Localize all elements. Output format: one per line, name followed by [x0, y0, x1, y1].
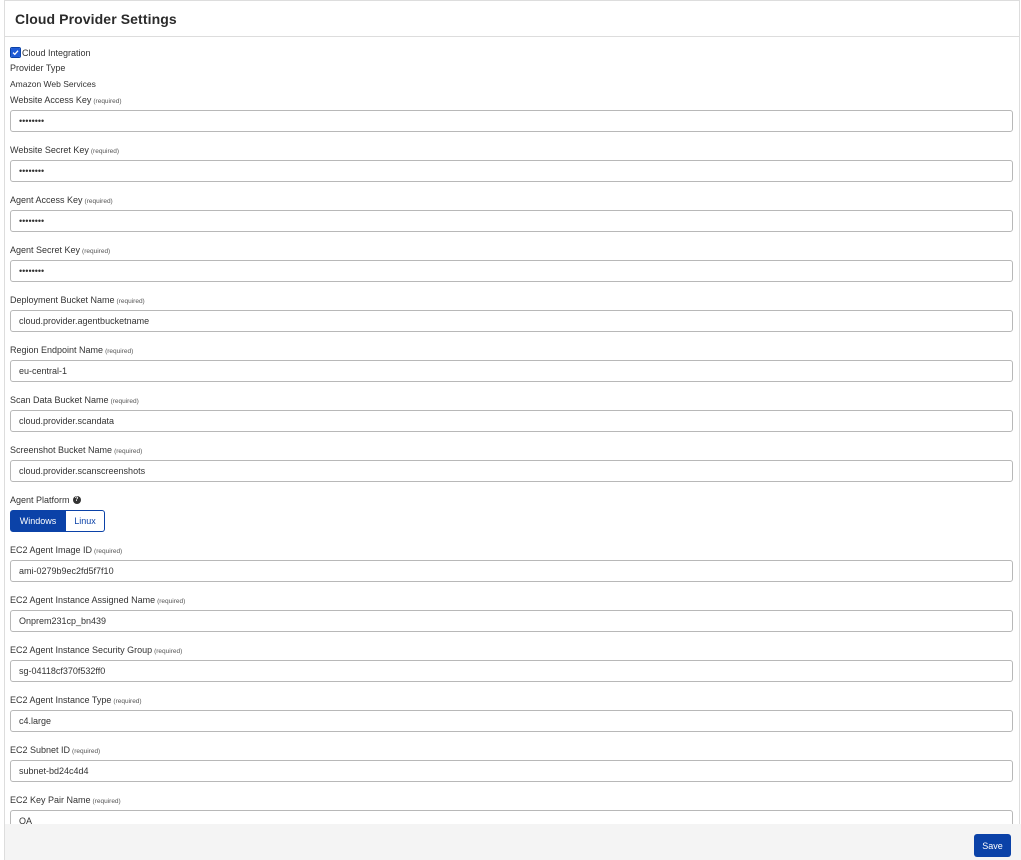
region-endpoint-input[interactable]: eu-central-1	[10, 360, 1013, 382]
required-hint: (required)	[114, 448, 143, 455]
required-hint: (required)	[90, 148, 120, 155]
ec2-security-group-input[interactable]: sg-04118cf370f532ff0	[10, 660, 1013, 682]
scan-data-bucket-input[interactable]: cloud.provider.scandata	[10, 410, 1013, 432]
required-hint: (required)	[113, 698, 142, 705]
field-label: Website Secret Key	[10, 145, 89, 155]
save-button[interactable]: Save	[974, 834, 1011, 857]
field-label: EC2 Agent Instance Type	[10, 695, 112, 705]
cloud-integration-row[interactable]: Cloud Integration	[10, 45, 1013, 60]
ec2-image-id-input[interactable]: ami-0279b9ec2fd5f7f10	[10, 560, 1013, 582]
checkmark-icon	[11, 48, 20, 57]
field-label: Region Endpoint Name	[10, 345, 104, 355]
field-label: Website Access Key	[10, 95, 92, 105]
field-label: EC2 Agent Instance Assigned Name	[10, 595, 156, 605]
question-circle-icon[interactable]: ?	[72, 495, 81, 504]
website-secret-key-group: Website Secret Key (required) ••••••••	[10, 142, 1013, 182]
cloud-integration-checkbox[interactable]	[10, 47, 21, 58]
field-label: Screenshot Bucket Name	[10, 445, 113, 455]
platform-toggle: Windows Linux	[10, 510, 1013, 532]
website-access-key-input[interactable]: ••••••••	[10, 110, 1013, 132]
field-label: Scan Data Bucket Name	[10, 395, 109, 405]
field-label: EC2 Agent Image ID	[10, 545, 93, 555]
ec2-instance-type-input[interactable]: c4.large	[10, 710, 1013, 732]
page-title: Cloud Provider Settings	[15, 10, 177, 27]
form-footer: Save	[5, 824, 1021, 860]
cloud-integration-label: Cloud Integration	[22, 47, 91, 58]
agent-platform-group: Agent Platform? Windows Linux	[10, 492, 1013, 532]
field-label: Deployment Bucket Name	[10, 295, 115, 305]
required-hint: (required)	[82, 248, 111, 255]
ec2-subnet-input[interactable]: subnet-bd24c4d4	[10, 760, 1013, 782]
scan-data-bucket-group: Scan Data Bucket Name (required) cloud.pr…	[10, 392, 1013, 432]
platform-windows-button[interactable]: Windows	[10, 510, 66, 532]
ec2-instance-name-input[interactable]: Onprem231cp_bn439	[10, 610, 1013, 632]
screenshot-bucket-input[interactable]: cloud.provider.scanscreenshots	[10, 460, 1013, 482]
field-label: Agent Secret Key	[10, 245, 81, 255]
provider-type-label: Provider Type	[10, 63, 66, 73]
required-hint: (required)	[93, 98, 122, 105]
agent-access-key-input[interactable]: ••••••••	[10, 210, 1013, 232]
platform-linux-button[interactable]: Linux	[66, 510, 105, 532]
required-hint: (required)	[84, 198, 113, 205]
website-secret-key-input[interactable]: ••••••••	[10, 160, 1013, 182]
panel-header: Cloud Provider Settings	[5, 1, 1019, 37]
required-hint: (required)	[94, 548, 123, 555]
screenshot-bucket-group: Screenshot Bucket Name (required) cloud.p…	[10, 442, 1013, 482]
ec2-image-id-group: EC2 Agent Image ID (required) ami-0279b9e…	[10, 542, 1013, 582]
field-label: EC2 Key Pair Name	[10, 795, 91, 805]
agent-secret-key-group: Agent Secret Key (required) ••••••••	[10, 242, 1013, 282]
ec2-subnet-group: EC2 Subnet ID (required) subnet-bd24c4d4	[10, 742, 1013, 782]
agent-access-key-group: Agent Access Key (required) ••••••••	[10, 192, 1013, 232]
field-label: Agent Access Key	[10, 195, 83, 205]
region-endpoint-group: Region Endpoint Name (required) eu-centra…	[10, 342, 1013, 382]
field-label: EC2 Agent Instance Security Group	[10, 645, 153, 655]
required-hint: (required)	[157, 598, 186, 605]
field-label: EC2 Subnet ID	[10, 745, 71, 755]
provider-type-value: Amazon Web Services	[10, 79, 96, 89]
required-hint: (required)	[92, 798, 121, 805]
website-access-key-group: Website Access Key (required) ••••••••	[10, 92, 1013, 132]
required-hint: (required)	[116, 298, 145, 305]
agent-secret-key-input[interactable]: ••••••••	[10, 260, 1013, 282]
ec2-instance-name-group: EC2 Agent Instance Assigned Name (require…	[10, 592, 1013, 632]
ec2-security-group-group: EC2 Agent Instance Security Group (requir…	[10, 642, 1013, 682]
required-hint: (required)	[154, 648, 183, 655]
settings-form: Cloud Integration Provider Type Amazon W…	[10, 45, 1013, 832]
deployment-bucket-input[interactable]: cloud.provider.agentbucketname	[10, 310, 1013, 332]
ec2-instance-type-group: EC2 Agent Instance Type (required) c4.lar…	[10, 692, 1013, 732]
agent-platform-label: Agent Platform	[10, 495, 70, 505]
settings-panel: Cloud Provider Settings Cloud Integratio…	[4, 0, 1020, 860]
deployment-bucket-group: Deployment Bucket Name (required) cloud.p…	[10, 292, 1013, 332]
required-hint: (required)	[72, 748, 101, 755]
required-hint: (required)	[105, 348, 134, 355]
required-hint: (required)	[110, 398, 139, 405]
